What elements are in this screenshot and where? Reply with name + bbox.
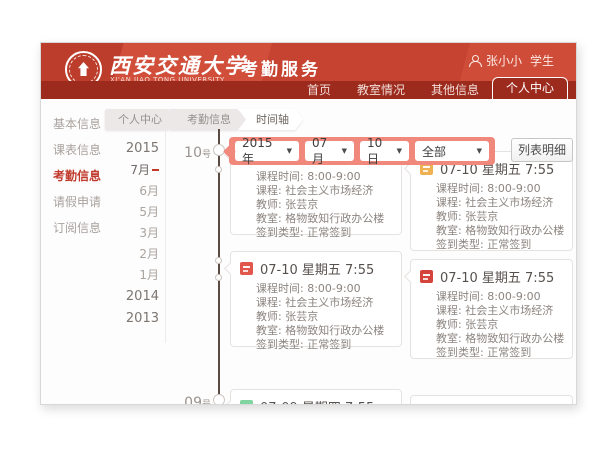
day-label-10: 10号 [169,142,211,161]
sidebar-item-subscription-info[interactable]: 订阅信息 [41,215,115,241]
field-classroom: 教室: 格物致知行政办公楼 [256,212,393,226]
field-course-time: 课程时间: 8:00-9:00 [256,170,393,184]
person-icon [469,55,480,67]
sidebar-item-leave-request[interactable]: 请假申请 [41,189,115,215]
card-fields: 课程时间: 8:00-9:00 课程: 社会主义市场经济 教师: 张芸京 教室:… [411,182,572,258]
month-dropdown[interactable]: 07月▼ [305,141,354,161]
field-course: 课程: 社会主义市场经济 [256,184,393,198]
sidebar-item-basic-info[interactable]: 基本信息 [41,111,115,137]
timeline-year-list: 2015 7月 6月 5月 3月 2月 1月 2014 2013 [125,138,163,330]
app-window: 西安交通大学 XI'AN JIAO TONG UNIVERSITY 考勤服务 张… [40,42,577,405]
field-course-time: 课程时间: 8:00-9:00 [256,282,393,296]
field-classroom: 教室: 格物致知行政办公楼 [436,224,564,238]
timeline-month-mar[interactable]: 3月 [125,223,159,244]
breadcrumb: 个人中心 考勤信息 时间轴 [105,109,303,130]
field-teacher: 教师: 张芸京 [436,318,564,332]
nav-item-home[interactable]: 首页 [294,81,344,99]
screen: 西安交通大学 XI'AN JIAO TONG UNIVERSITY 考勤服务 张… [0,0,600,450]
nav-item-personal-center[interactable]: 个人中心 [492,77,568,99]
attendance-card: 07-10 星期五 7:55 课程时间: 8:00-9:00 课程: 社会主义市… [410,151,573,251]
breadcrumb-timeline[interactable]: 时间轴 [238,109,303,130]
field-course: 课程: 社会主义市场经济 [256,296,393,310]
attendance-card: 07-10 星期五 7:55 课程时间: 8:00-9:00 课程: 社会主义市… [230,251,402,347]
attendance-status-icon [240,400,253,405]
user-name: 张小小 [486,52,522,69]
chevron-down-icon: ▼ [397,147,402,155]
field-signin-type: 签到类型: 正常签到 [256,226,393,240]
category-dropdown[interactable]: 全部▼ [415,141,489,161]
card-fields: 课程时间: 8:00-9:00 课程: 社会主义市场经济 教师: 张芸京 教室:… [231,282,401,358]
timeline-node [215,166,222,173]
attendance-card-partial: 07-09 星期四 7:55 [230,389,402,405]
timeline-month-feb[interactable]: 2月 [125,244,159,265]
field-classroom: 教室: 格物致知行政办公楼 [256,324,393,338]
user-chip[interactable]: 张小小 学生 [469,52,554,69]
year-dropdown[interactable]: 2015年▼ [235,141,299,161]
breadcrumb-attendance-info[interactable]: 考勤信息 [169,109,245,130]
timeline-node [215,257,222,264]
timeline-month-jan[interactable]: 1月 [125,265,159,286]
timeline-month-may[interactable]: 5月 [125,202,159,223]
field-teacher: 教师: 张芸京 [256,310,393,324]
timeline-year-2015[interactable]: 2015 [125,138,159,160]
timeline-node [215,274,222,281]
app-header: 西安交通大学 XI'AN JIAO TONG UNIVERSITY 考勤服务 张… [41,43,576,99]
card-header: 07-10 星期五 7:55 [231,252,401,282]
card-title: 07-10 星期五 7:55 [440,267,554,286]
chevron-down-icon: ▼ [342,147,347,155]
timeline-node-day09 [213,394,225,405]
breadcrumb-personal-center[interactable]: 个人中心 [105,109,176,130]
field-course: 课程: 社会主义市场经济 [436,304,564,318]
card-title: 07-09 星期四 7:55 [260,397,374,405]
day-dropdown[interactable]: 10日▼ [360,141,409,161]
field-course-time: 课程时间: 8:00-9:00 [436,182,564,196]
card-header: 07-10 星期五 7:55 [411,260,572,290]
timeline-year-2013[interactable]: 2013 [125,308,159,330]
card-title: 07-10 星期五 7:55 [260,259,374,278]
field-course-time: 课程时间: 8:00-9:00 [436,290,564,304]
chevron-down-icon: ▼ [477,147,482,155]
sidebar-item-schedule-info[interactable]: 课表信息 [41,137,115,163]
attendance-card: 07-10 星期五 7:55 课程时间: 8:00-9:00 课程: 社会主义市… [410,259,573,359]
active-month-tick [152,169,159,171]
field-signin-type: 签到类型: 正常签到 [436,238,564,252]
timeline-year-2014[interactable]: 2014 [125,286,159,308]
timeline-month-jul[interactable]: 7月 [125,160,159,181]
nav-item-other-info[interactable]: 其他信息 [418,81,492,99]
sidebar-item-attendance-info[interactable]: 考勤信息 [41,163,115,189]
timeline-month-jun[interactable]: 6月 [125,181,159,202]
nav-item-classrooms[interactable]: 教室情况 [344,81,418,99]
filter-bar: 2015年▼ 07月▼ 10日▼ 全部▼ [229,137,495,165]
app-title: 考勤服务 [241,55,321,80]
list-detail-button[interactable]: 列表明细 [511,138,573,162]
field-classroom: 教室: 格物致知行政办公楼 [436,332,564,346]
field-teacher: 教师: 张芸京 [256,198,393,212]
sidebar: 基本信息 课表信息 考勤信息 请假申请 订阅信息 [41,111,115,241]
user-role: 学生 [530,52,554,69]
field-teacher: 教师: 张芸京 [436,210,564,224]
card-header: 07-09 星期四 7:55 [231,390,401,405]
attendance-card-partial [410,395,573,405]
main-nav: 首页 教室情况 其他信息 个人中心 [41,81,576,99]
chevron-down-icon: ▼ [287,147,292,155]
field-signin-type: 签到类型: 正常签到 [436,346,564,360]
card-fields: 课程时间: 8:00-9:00 课程: 社会主义市场经济 教师: 张芸京 教室:… [411,290,572,366]
field-course: 课程: 社会主义市场经济 [436,196,564,210]
rail-separator [165,131,166,343]
attendance-status-icon [420,270,433,283]
day-label-09: 09号 [169,392,211,405]
field-signin-type: 签到类型: 正常签到 [256,338,393,352]
attendance-status-icon [240,262,253,275]
